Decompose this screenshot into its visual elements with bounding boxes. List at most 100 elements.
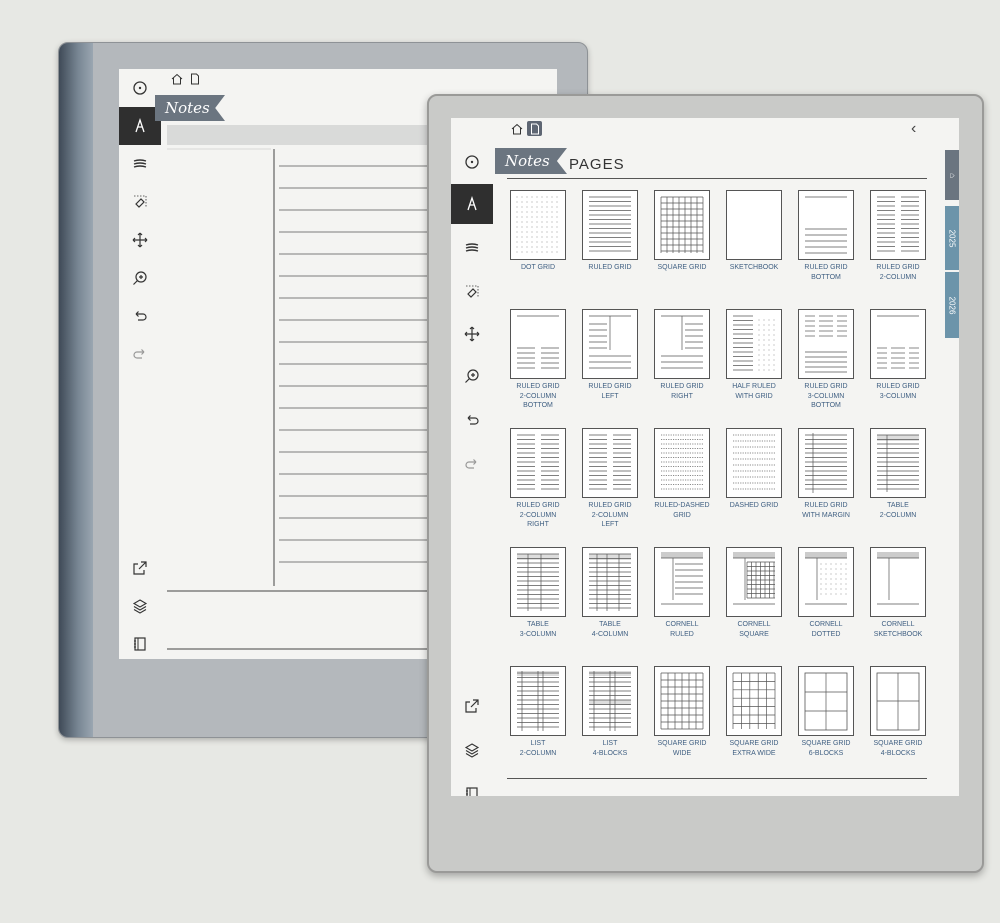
thumbnail-pattern — [589, 434, 631, 490]
template-label: RULED GRID WITH MARGIN — [791, 501, 861, 520]
template-thumbnail[interactable] — [582, 190, 638, 260]
template-thumbnail[interactable] — [726, 666, 782, 736]
template-cornell-ruled[interactable]: CORNELL RULED — [651, 547, 713, 639]
tool-pen[interactable] — [451, 184, 493, 224]
tool-clock[interactable] — [451, 142, 493, 182]
template-list-4blocks[interactable]: LIST 4-BLOCKS — [579, 666, 641, 758]
side-tab-home[interactable]: ⌂ — [945, 150, 959, 200]
template-thumbnail[interactable] — [798, 428, 854, 498]
template-thumbnail[interactable] — [798, 547, 854, 617]
tool-eraser[interactable] — [451, 272, 493, 312]
template-cornell-square[interactable]: CORNELL SQUARE — [723, 547, 785, 639]
template-thumbnail[interactable] — [726, 428, 782, 498]
template-thumbnail[interactable] — [582, 428, 638, 498]
template-thumbnail[interactable] — [510, 547, 566, 617]
tool-eraser[interactable] — [119, 183, 161, 221]
template-ruled-grid-margin[interactable]: RULED GRID WITH MARGIN — [795, 428, 857, 520]
template-ruled-grid-bottom[interactable]: RULED GRID BOTTOM — [795, 190, 857, 282]
template-square-grid-4blocks[interactable]: SQUARE GRID 4-BLOCKS — [867, 666, 929, 758]
template-label-line: SQUARE GRID — [657, 740, 707, 747]
template-thumbnail[interactable] — [654, 190, 710, 260]
tool-move[interactable] — [451, 314, 493, 354]
template-thumbnail[interactable] — [798, 666, 854, 736]
thumbnail-pattern — [733, 434, 775, 490]
template-label-line: HALF RULED — [732, 383, 776, 390]
tool-notebook[interactable] — [451, 774, 493, 796]
tool-share[interactable] — [451, 686, 493, 726]
page-icon[interactable] — [527, 121, 542, 136]
template-thumbnail[interactable] — [654, 666, 710, 736]
template-thumbnail[interactable] — [870, 190, 926, 260]
template-ruled-grid-3col-bottom[interactable]: RULED GRID 3-COLUMN BOTTOM — [795, 309, 857, 411]
template-label-line: SQUARE — [739, 630, 769, 638]
template-thumbnail[interactable] — [510, 428, 566, 498]
template-cornell-dotted[interactable]: CORNELL DOTTED — [795, 547, 857, 639]
template-table-4col[interactable]: TABLE 4-COLUMN — [579, 547, 641, 639]
template-ruled-grid-2col-left[interactable]: RULED GRID 2-COLUMN LEFT — [579, 428, 641, 530]
template-label-line: RULED GRID — [876, 383, 920, 390]
template-label-line: SQUARE GRID — [657, 264, 707, 271]
template-thumbnail[interactable] — [654, 428, 710, 498]
tool-undo[interactable] — [451, 400, 493, 440]
template-ruled-grid-2col-bottom[interactable]: RULED GRID 2-COLUMN BOTTOM — [507, 309, 569, 411]
tool-lines[interactable] — [119, 145, 161, 183]
home-icon[interactable] — [169, 71, 184, 86]
tool-layers[interactable] — [119, 587, 161, 625]
template-thumbnail[interactable] — [582, 666, 638, 736]
template-thumbnail[interactable] — [654, 309, 710, 379]
template-thumbnail[interactable] — [654, 547, 710, 617]
tool-layers[interactable] — [451, 730, 493, 770]
template-table-3col[interactable]: TABLE 3-COLUMN — [507, 547, 569, 639]
template-ruled-grid-right[interactable]: RULED GRID RIGHT — [651, 309, 713, 401]
template-label: TABLE 2-COLUMN — [863, 501, 933, 520]
template-list-2col[interactable]: LIST 2-COLUMN — [507, 666, 569, 758]
tool-undo[interactable] — [119, 297, 161, 335]
tool-lines[interactable] — [451, 228, 493, 268]
back-chevron-icon[interactable]: ‹ — [911, 120, 916, 138]
tool-share[interactable] — [119, 549, 161, 587]
tool-clock[interactable] — [119, 69, 161, 107]
template-thumbnail[interactable] — [726, 190, 782, 260]
template-ruled-dashed-grid[interactable]: RULED-DASHED GRID — [651, 428, 713, 520]
template-square-grid-6blocks[interactable]: SQUARE GRID 6-BLOCKS — [795, 666, 857, 758]
template-ruled-grid-2col-right[interactable]: RULED GRID 2-COLUMN RIGHT — [507, 428, 569, 530]
template-square-grid[interactable]: SQUARE GRID — [651, 190, 713, 273]
template-thumbnail[interactable] — [510, 190, 566, 260]
page-icon[interactable] — [187, 71, 202, 86]
template-thumbnail[interactable] — [870, 309, 926, 379]
template-thumbnail[interactable] — [870, 428, 926, 498]
template-thumbnail[interactable] — [510, 666, 566, 736]
template-thumbnail[interactable] — [510, 309, 566, 379]
template-thumbnail[interactable] — [726, 309, 782, 379]
template-label-line: LIST — [602, 740, 618, 747]
template-square-grid-wide[interactable]: SQUARE GRID WIDE — [651, 666, 713, 758]
template-thumbnail[interactable] — [726, 547, 782, 617]
template-dashed-grid[interactable]: DASHED GRID — [723, 428, 785, 511]
template-thumbnail[interactable] — [798, 190, 854, 260]
tool-zoom[interactable] — [119, 259, 161, 297]
template-cornell-sketchbook[interactable]: CORNELL SKETCHBOOK — [867, 547, 929, 639]
template-ruled-grid-2col[interactable]: RULED GRID 2-COLUMN — [867, 190, 929, 282]
tool-redo[interactable] — [451, 444, 493, 484]
tool-redo[interactable] — [119, 335, 161, 373]
side-tab-2026[interactable]: 2026 — [945, 272, 959, 338]
tool-pen[interactable] — [119, 107, 161, 145]
template-half-ruled-grid[interactable]: HALF RULED WITH GRID — [723, 309, 785, 401]
tool-move[interactable] — [119, 221, 161, 259]
template-thumbnail[interactable] — [870, 666, 926, 736]
template-ruled-grid[interactable]: RULED GRID — [579, 190, 641, 273]
template-thumbnail[interactable] — [798, 309, 854, 379]
template-table-2col[interactable]: TABLE 2-COLUMN — [867, 428, 929, 520]
tool-notebook[interactable] — [119, 625, 161, 663]
template-square-grid-extra-wide[interactable]: SQUARE GRID EXTRA WIDE — [723, 666, 785, 758]
template-ruled-grid-3col[interactable]: RULED GRID 3-COLUMN — [867, 309, 929, 401]
template-dot-grid[interactable]: DOT GRID — [507, 190, 569, 273]
home-icon[interactable] — [509, 121, 524, 136]
template-ruled-grid-left[interactable]: RULED GRID LEFT — [579, 309, 641, 401]
side-tab-2025[interactable]: 2025 — [945, 206, 959, 270]
template-thumbnail[interactable] — [582, 547, 638, 617]
tool-zoom[interactable] — [451, 356, 493, 396]
template-sketchbook[interactable]: SKETCHBOOK — [723, 190, 785, 273]
template-thumbnail[interactable] — [582, 309, 638, 379]
template-thumbnail[interactable] — [870, 547, 926, 617]
